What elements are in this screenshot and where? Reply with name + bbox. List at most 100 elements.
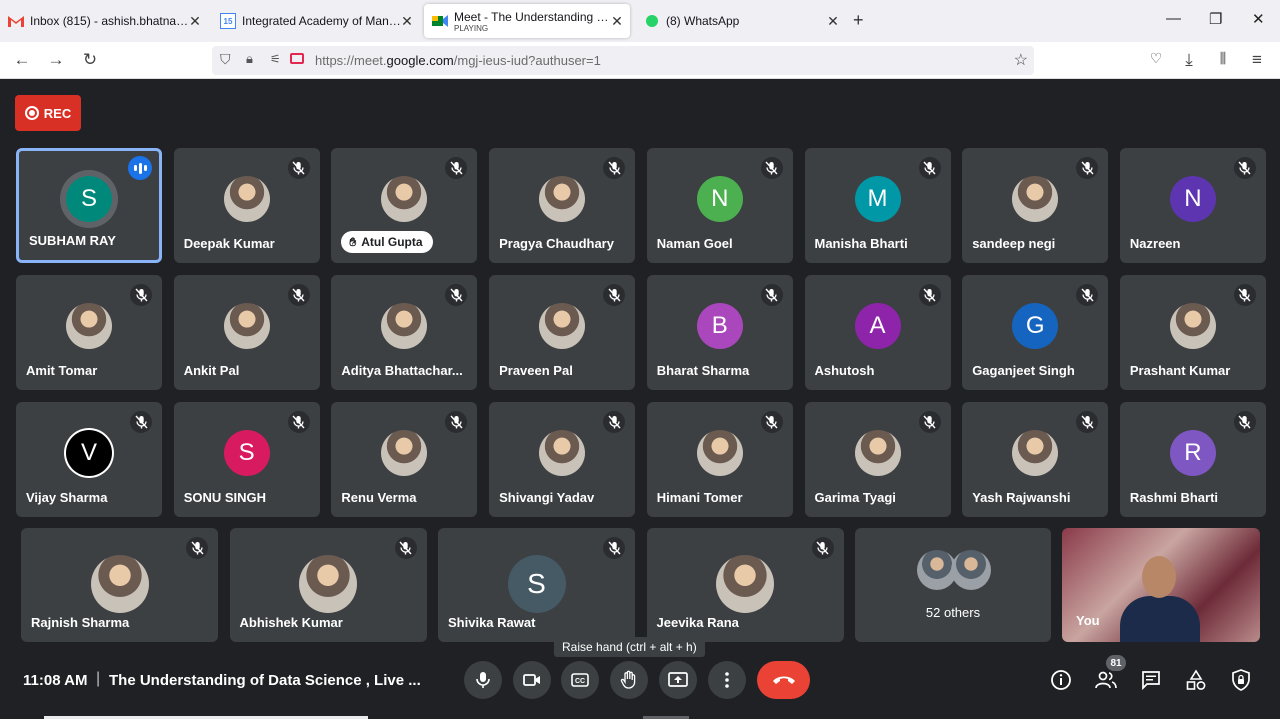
mic-off-icon xyxy=(760,157,783,179)
raise-hand-tooltip: Raise hand (ctrl + alt + h) xyxy=(554,637,705,657)
mic-off-icon xyxy=(603,537,625,559)
close-window-button[interactable]: ✕ xyxy=(1252,10,1265,28)
participant-tile[interactable]: Prashant Kumar xyxy=(1119,275,1266,390)
participant-tile[interactable]: S Shivika Rawat xyxy=(438,528,635,642)
forward-arrow-icon[interactable]: → xyxy=(46,50,66,70)
reload-icon[interactable]: ↻ xyxy=(80,50,100,70)
avatar xyxy=(1012,429,1059,476)
participant-tile[interactable]: S SONU SINGH xyxy=(173,402,320,517)
star-icon[interactable]: ☆ xyxy=(1014,50,1028,70)
mic-off-icon xyxy=(1233,157,1256,179)
participant-name: Pragya Chaudhary xyxy=(499,236,614,251)
close-icon[interactable]: ✕ xyxy=(188,13,202,30)
pocket-icon[interactable]: ♡ xyxy=(1146,50,1166,67)
participant-name: Bharat Sharma xyxy=(656,363,750,378)
close-icon[interactable]: ✕ xyxy=(400,13,414,30)
participant-tile[interactable]: N Naman Goel xyxy=(646,148,793,263)
menu-icon[interactable]: ≡ xyxy=(1247,50,1267,70)
camera-sharing-icon[interactable] xyxy=(290,53,304,64)
activities-button[interactable] xyxy=(1183,667,1209,693)
activities-shapes-icon xyxy=(1186,669,1206,690)
participant-tile[interactable]: S SUBHAM RAY xyxy=(16,148,162,263)
host-controls-button[interactable] xyxy=(1228,667,1254,693)
tab-gmail[interactable]: Inbox (815) - ashish.bhatnagar@ ✕ xyxy=(0,4,208,38)
url-bar[interactable]: ⛉ 🔒︎ ⚟ https://meet.google.com/mgj-ieus-… xyxy=(212,46,1034,75)
new-tab-button[interactable]: + xyxy=(853,10,864,31)
mic-off-icon xyxy=(918,157,941,179)
avatar xyxy=(696,429,743,476)
avatar xyxy=(1169,302,1216,349)
meeting-info-button[interactable] xyxy=(1048,667,1074,693)
participant-tile[interactable]: Shivangi Yadav xyxy=(489,402,636,517)
mic-off-icon xyxy=(287,284,310,306)
whatsapp-icon xyxy=(644,13,660,29)
others-tile[interactable]: 52 others xyxy=(855,528,1051,642)
participant-name: Ankit Pal xyxy=(183,363,240,378)
self-label: You xyxy=(1076,613,1100,628)
participant-tile[interactable]: Aditya Bhattachar... xyxy=(331,275,478,390)
participant-tile[interactable]: Ankit Pal xyxy=(173,275,320,390)
close-icon[interactable]: ✕ xyxy=(826,13,840,30)
speaking-indicator-icon xyxy=(128,156,152,180)
participant-name: Jeevika Rana xyxy=(656,615,739,630)
camera-icon xyxy=(523,674,540,686)
participant-tile[interactable]: Deepak Kumar xyxy=(173,148,320,263)
participant-tile[interactable]: A Ashutosh xyxy=(804,275,951,390)
mic-off-icon xyxy=(186,537,208,559)
download-icon[interactable]: ⤓ xyxy=(1179,50,1199,70)
participant-tile[interactable]: Praveen Pal xyxy=(489,275,636,390)
mic-off-icon xyxy=(445,284,468,306)
participant-name: Garima Tyagi xyxy=(814,490,896,505)
tab-title: Integrated Academy of Manage xyxy=(242,14,402,28)
mic-off-icon xyxy=(603,411,626,433)
chat-button[interactable] xyxy=(1138,667,1164,693)
permissions-icon[interactable]: ⚟ xyxy=(270,52,281,66)
participant-tile[interactable]: Jeevika Rana xyxy=(646,528,844,642)
library-icon[interactable]: ⫼ xyxy=(1213,50,1233,67)
avatar xyxy=(90,555,149,613)
leave-call-button[interactable] xyxy=(757,661,810,699)
participant-tile[interactable]: Pragya Chaudhary xyxy=(489,148,636,263)
captions-button[interactable]: CC xyxy=(561,661,599,699)
tab-calendar[interactable]: 15 Integrated Academy of Manage ✕ xyxy=(212,4,420,38)
more-options-button[interactable] xyxy=(708,661,746,699)
participant-tile[interactable]: Garima Tyagi xyxy=(804,402,951,517)
microphone-button[interactable] xyxy=(464,661,502,699)
participant-tile[interactable]: Renu Verma xyxy=(331,402,478,517)
participant-tile[interactable]: V Vijay Sharma xyxy=(16,402,162,517)
avatar xyxy=(381,175,428,222)
lock-icon[interactable]: 🔒︎ xyxy=(246,51,253,67)
close-icon[interactable]: ✕ xyxy=(610,13,624,30)
raise-hand-button[interactable] xyxy=(610,661,648,699)
participant-tile[interactable]: R Rashmi Bharti xyxy=(1119,402,1266,517)
participant-name: Amit Tomar xyxy=(26,363,98,378)
participant-tile[interactable]: N Nazreen xyxy=(1119,148,1266,263)
participant-tile[interactable]: B Bharat Sharma xyxy=(646,275,793,390)
participant-name: SONU SINGH xyxy=(183,490,267,505)
camera-button[interactable] xyxy=(513,661,551,699)
avatar xyxy=(223,302,270,349)
browser-navbar: ← → ↻ ⛉ 🔒︎ ⚟ https://meet.google.com/mgj… xyxy=(0,42,1280,79)
tab-meet[interactable]: Meet - The Understanding of Da PLAYING ✕ xyxy=(424,4,630,38)
back-arrow-icon[interactable]: ← xyxy=(12,50,32,70)
url-text[interactable]: https://meet.google.com/mgj-ieus-iud?aut… xyxy=(315,53,601,68)
participant-tile[interactable]: Yash Rajwanshi xyxy=(962,402,1109,517)
self-view-tile[interactable]: You xyxy=(1062,528,1260,642)
participant-tile[interactable]: Amit Tomar xyxy=(16,275,162,390)
participant-tile[interactable]: Rajnish Sharma xyxy=(21,528,218,642)
avatar: S xyxy=(223,429,270,476)
more-vert-icon xyxy=(725,672,729,688)
chat-icon xyxy=(1142,671,1160,690)
participant-tile[interactable]: sandeep negi xyxy=(962,148,1109,263)
shield-icon[interactable]: ⛉ xyxy=(220,51,231,68)
participant-tile[interactable]: ✋︎ Atul Gupta xyxy=(331,148,478,263)
participant-tile[interactable]: M Manisha Bharti xyxy=(804,148,951,263)
participant-name: Yash Rajwanshi xyxy=(972,490,1071,505)
participant-tile[interactable]: G Gaganjeet Singh xyxy=(962,275,1109,390)
tab-whatsapp[interactable]: (8) WhatsApp ✕ xyxy=(636,4,846,38)
restore-button[interactable]: ❐ xyxy=(1209,10,1222,28)
minimize-button[interactable]: — xyxy=(1166,10,1181,27)
present-button[interactable] xyxy=(659,661,697,699)
participant-tile[interactable]: Himani Tomer xyxy=(646,402,793,517)
participant-tile[interactable]: Abhishek Kumar xyxy=(229,528,427,642)
